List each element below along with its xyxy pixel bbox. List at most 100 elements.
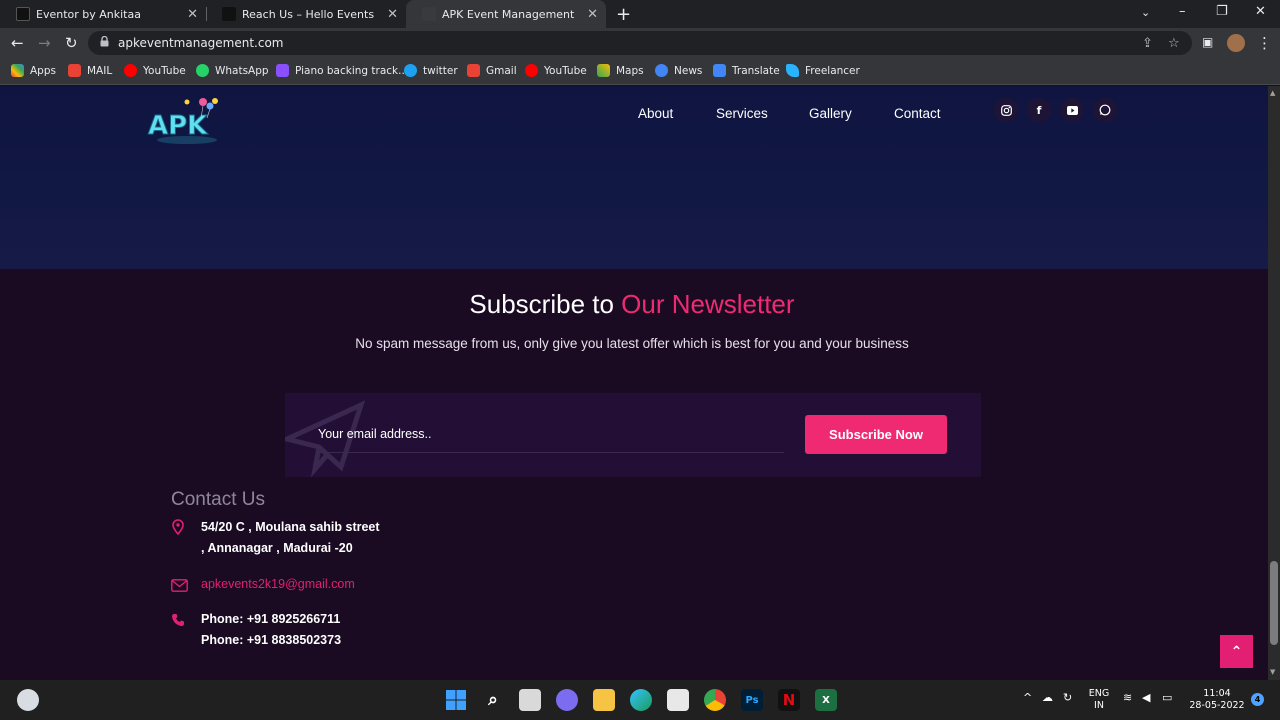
bookmark-gmail[interactable]: Gmail <box>467 64 517 77</box>
store-icon[interactable] <box>667 689 689 711</box>
whatsapp-icon <box>196 64 209 77</box>
newsletter-title: Subscribe to Our Newsletter <box>0 289 1264 320</box>
youtube-icon <box>525 64 538 77</box>
site-favicon-icon <box>422 7 436 21</box>
bookmarks-bar: Apps MAIL YouTube WhatsApp Piano backing… <box>0 58 1280 85</box>
windows-taskbar: ⌕ Ps N X ^ ☁ ↻ ENG IN ≋ ◀ ▭ 11:04 28-05-… <box>0 680 1280 720</box>
volume-icon[interactable]: ◀ <box>1142 692 1150 704</box>
site-favicon-icon <box>16 7 30 21</box>
sync-icon[interactable]: ↻ <box>1063 692 1072 704</box>
nav-gallery[interactable]: Gallery <box>809 106 852 121</box>
apk-logo[interactable]: APK <box>145 96 230 146</box>
side-panel-icon[interactable]: ▣ <box>1202 35 1213 49</box>
bookmark-star-icon[interactable]: ☆ <box>1168 36 1180 51</box>
reload-icon[interactable]: ↻ <box>65 34 78 52</box>
tab-title: Reach Us – Hello Events <box>242 7 375 21</box>
new-tab-button[interactable]: + <box>616 4 631 25</box>
photoshop-icon[interactable]: Ps <box>741 689 763 711</box>
forward-arrow-icon[interactable]: → <box>38 34 51 52</box>
tray-chevron-icon[interactable]: ^ <box>1023 692 1032 704</box>
bookmark-youtube[interactable]: YouTube <box>525 64 587 77</box>
email-link[interactable]: apkevents2k19@gmail.com <box>201 574 355 596</box>
task-view-icon[interactable] <box>519 689 541 711</box>
nav-services[interactable]: Services <box>716 106 768 121</box>
url-text: apkeventmanagement.com <box>118 36 284 50</box>
site-header: APK About Services Gallery Contact f <box>0 86 1268 269</box>
minimize-icon[interactable]: – <box>1179 4 1186 19</box>
nav-contact[interactable]: Contact <box>894 106 941 121</box>
teams-chat-icon[interactable] <box>556 689 578 711</box>
gmail-icon <box>68 64 81 77</box>
browser-tab-active[interactable]: APK Event Management ✕ <box>406 0 606 28</box>
twitter-icon <box>404 64 417 77</box>
netflix-icon[interactable]: N <box>778 689 800 711</box>
freelancer-icon <box>786 64 799 77</box>
wifi-icon[interactable]: ≋ <box>1123 692 1132 704</box>
excel-icon[interactable]: X <box>815 689 837 711</box>
restore-icon[interactable]: ❐ <box>1216 4 1228 19</box>
region-code: IN <box>1094 700 1104 711</box>
battery-icon[interactable]: ▭ <box>1162 692 1172 704</box>
chrome-icon[interactable] <box>704 689 726 711</box>
scroll-thumb[interactable] <box>1270 561 1278 645</box>
close-tab-icon[interactable]: ✕ <box>587 7 598 22</box>
newsletter-subtitle: No spam message from us, only give you l… <box>355 336 909 351</box>
whatsapp-icon[interactable] <box>1093 98 1117 122</box>
site-favicon-icon <box>222 7 236 21</box>
newsletter-section: Subscribe to Our Newsletter No spam mess… <box>0 269 1268 680</box>
facebook-icon[interactable]: f <box>1027 98 1051 122</box>
email-input[interactable] <box>318 415 784 453</box>
browser-tab[interactable]: Eventor by Ankitaa ✕ <box>0 0 206 28</box>
bookmark-youtube[interactable]: YouTube <box>124 64 186 77</box>
close-tab-icon[interactable]: ✕ <box>187 7 198 22</box>
scroll-up-arrow-icon[interactable]: ▲ <box>1270 89 1275 97</box>
close-window-icon[interactable]: ✕ <box>1255 4 1266 19</box>
newsletter-title-prefix: Subscribe to <box>469 289 622 319</box>
address-bar[interactable]: apkeventmanagement.com ⇪ ☆ <box>88 31 1192 55</box>
bookmark-maps[interactable]: Maps <box>597 64 644 77</box>
language-indicator[interactable]: ENG IN <box>1085 688 1113 712</box>
onedrive-icon[interactable]: ☁ <box>1042 692 1053 704</box>
bookmark-news[interactable]: News <box>655 64 702 77</box>
scroll-down-arrow-icon[interactable]: ▼ <box>1270 668 1275 676</box>
contact-title: Contact Us <box>171 489 265 510</box>
youtube-icon[interactable] <box>1060 98 1084 122</box>
bookmark-apps[interactable]: Apps <box>11 64 56 77</box>
bookmark-mail[interactable]: MAIL <box>68 64 112 77</box>
more-menu-icon[interactable]: ⋮ <box>1257 34 1272 52</box>
nav-about[interactable]: About <box>638 106 673 121</box>
tab-search-icon[interactable]: ⌄ <box>1141 6 1150 19</box>
tab-title: Eventor by Ankitaa <box>36 7 141 21</box>
phone-icon <box>171 609 201 651</box>
share-icon[interactable]: ⇪ <box>1142 36 1153 51</box>
file-explorer-icon[interactable] <box>593 689 615 711</box>
search-icon[interactable]: ⌕ <box>482 689 504 711</box>
clock[interactable]: 11:04 28-05-2022 <box>1186 688 1248 712</box>
address-line-1: 54/20 C , Moulana sahib street <box>201 520 380 534</box>
address-line-2: , Annanagar , Madurai -20 <box>201 541 353 555</box>
weather-icon[interactable] <box>17 689 39 711</box>
windows-start-icon[interactable] <box>445 689 467 711</box>
piano-icon <box>276 64 289 77</box>
close-tab-icon[interactable]: ✕ <box>387 7 398 22</box>
page-scrollbar[interactable]: ▲ ▼ <box>1268 86 1280 680</box>
browser-tab[interactable]: Reach Us – Hello Events ✕ <box>206 0 406 28</box>
bookmark-piano[interactable]: Piano backing track... <box>276 64 408 77</box>
bookmark-twitter[interactable]: twitter <box>404 64 458 77</box>
contact-email: apkevents2k19@gmail.com <box>171 574 355 596</box>
profile-avatar[interactable] <box>1227 34 1245 52</box>
location-pin-icon <box>171 517 201 559</box>
date-text: 28-05-2022 <box>1189 700 1245 711</box>
scroll-to-top-button[interactable]: ⌃ <box>1220 635 1253 668</box>
edge-icon[interactable] <box>630 689 652 711</box>
svg-text:APK: APK <box>148 111 208 141</box>
notification-badge[interactable]: 4 <box>1251 693 1264 706</box>
subscribe-button[interactable]: Subscribe Now <box>805 415 947 454</box>
bookmark-translate[interactable]: Translate <box>713 64 780 77</box>
bookmark-freelancer[interactable]: Freelancer <box>786 64 860 77</box>
news-icon <box>655 64 668 77</box>
youtube-icon <box>124 64 137 77</box>
bookmark-whatsapp[interactable]: WhatsApp <box>196 64 269 77</box>
back-arrow-icon[interactable]: ← <box>11 34 24 52</box>
instagram-icon[interactable] <box>994 98 1018 122</box>
